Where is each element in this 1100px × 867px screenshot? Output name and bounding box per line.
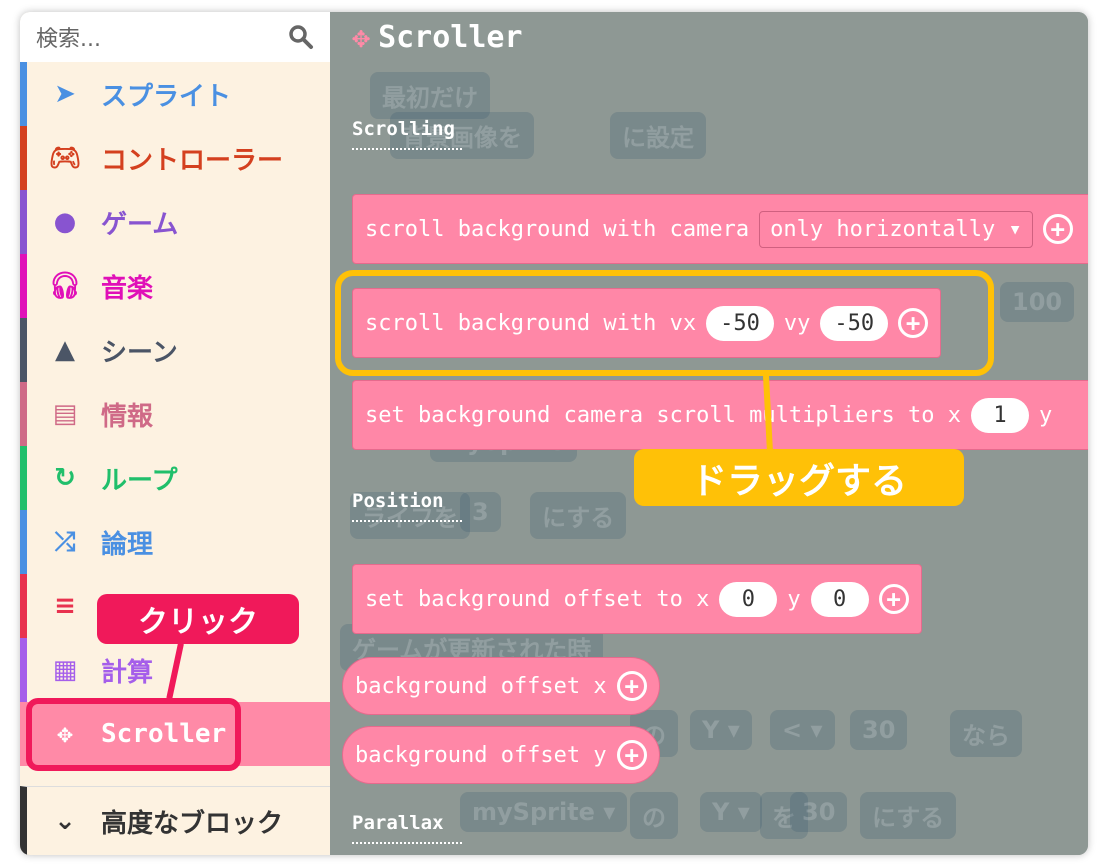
shuffle-icon: ⤮ bbox=[54, 526, 76, 557]
block-text: y bbox=[787, 586, 801, 612]
category-id-card[interactable]: ▤ 情報 bbox=[20, 382, 330, 446]
category-label: ループ bbox=[101, 465, 178, 496]
advanced-blocks-toggle[interactable]: ⌄ 高度なブロック bbox=[20, 786, 330, 855]
category-gamepad[interactable]: 🎮︎ コントローラー bbox=[20, 126, 330, 190]
offset-x-reporter[interactable]: background offset x + bbox=[342, 657, 660, 715]
category-circle[interactable]: ● ゲーム bbox=[20, 190, 330, 254]
click-label: クリック bbox=[97, 594, 299, 644]
circle-icon: ● bbox=[53, 207, 77, 237]
workspace-block-ghost: 30 bbox=[790, 792, 848, 832]
block-text: scroll background with camera bbox=[365, 216, 750, 242]
search-icon[interactable] bbox=[288, 24, 314, 50]
plus-icon[interactable]: + bbox=[616, 671, 647, 701]
gamepad-icon: 🎮︎ bbox=[48, 143, 82, 173]
section-scrolling: Scrolling bbox=[352, 118, 462, 150]
category-paper-plane[interactable]: ➤ スプライト bbox=[20, 62, 330, 126]
y-input[interactable]: 0 bbox=[810, 581, 869, 617]
workspace-block-ghost: に設定 bbox=[610, 112, 706, 159]
click-highlight bbox=[26, 698, 241, 771]
category-label: 音楽 bbox=[101, 273, 154, 304]
workspace-block-ghost: なら bbox=[950, 710, 1022, 757]
drag-highlight bbox=[335, 270, 994, 376]
calculator-icon: ▦ bbox=[52, 655, 78, 685]
category-label: コントローラー bbox=[101, 145, 284, 176]
plus-icon[interactable]: + bbox=[878, 584, 909, 614]
plus-icon[interactable]: + bbox=[616, 740, 647, 770]
search-input[interactable]: 検索... bbox=[20, 12, 330, 62]
refresh-icon: ↻ bbox=[54, 463, 76, 493]
flyout-title: ✥ Scroller bbox=[352, 20, 523, 55]
move-arrows-icon: ✥ bbox=[352, 20, 371, 55]
section-parallax: Parallax bbox=[352, 812, 462, 844]
block-text: background offset y bbox=[355, 742, 607, 768]
block-flyout: 最初だけ背景画像をに設定100mySpriteライフを3にするゲームが更新された… bbox=[330, 12, 1088, 855]
scroll-with-camera-block[interactable]: scroll background with camera only horiz… bbox=[352, 194, 1088, 264]
block-text: y bbox=[1039, 402, 1053, 428]
workspace-block-ghost: の bbox=[630, 792, 678, 839]
category-shuffle[interactable]: ⤮ 論理 bbox=[20, 510, 330, 574]
category-tree[interactable]: ▲ シーン bbox=[20, 318, 330, 382]
headphones-icon: 🎧︎ bbox=[48, 271, 82, 301]
x-input[interactable]: 0 bbox=[719, 581, 778, 617]
list-icon: ≡ bbox=[54, 591, 76, 621]
chevron-down-icon: ⌄ bbox=[54, 806, 76, 836]
id-card-icon: ▤ bbox=[52, 399, 78, 429]
category-label: 情報 bbox=[101, 401, 154, 432]
block-text: background offset x bbox=[355, 673, 607, 699]
workspace-block-ghost: Y ▾ bbox=[690, 710, 752, 750]
workspace-block-ghost: mySprite ▾ bbox=[460, 792, 628, 832]
workspace-block-ghost: 100 bbox=[1000, 282, 1075, 322]
x-input[interactable]: 1 bbox=[971, 397, 1030, 433]
category-refresh[interactable]: ↻ ループ bbox=[20, 446, 330, 510]
workspace-block-ghost: 3 bbox=[460, 492, 501, 532]
offset-y-reporter[interactable]: background offset y + bbox=[342, 726, 660, 784]
workspace-block-ghost: にする bbox=[860, 792, 957, 839]
section-position: Position bbox=[352, 490, 462, 522]
category-label: シーン bbox=[101, 337, 178, 368]
camera-multipliers-block[interactable]: set background camera scroll multipliers… bbox=[352, 380, 1088, 450]
search-placeholder: 検索... bbox=[36, 27, 101, 52]
drag-label: ドラッグする bbox=[634, 449, 964, 506]
advanced-label: 高度なブロック bbox=[101, 808, 284, 839]
block-text: set background camera scroll multipliers… bbox=[365, 402, 962, 428]
category-label: ゲーム bbox=[101, 209, 179, 240]
workspace-block-ghost: にする bbox=[530, 492, 627, 539]
category-headphones[interactable]: 🎧︎ 音楽 bbox=[20, 254, 330, 318]
direction-dropdown[interactable]: only horizontally ▾ bbox=[759, 210, 1033, 248]
category-label: 論理 bbox=[101, 529, 154, 560]
workspace-block-ghost: 30 bbox=[850, 710, 908, 750]
set-offset-block[interactable]: set background offset to x 0 y 0 + bbox=[352, 564, 922, 634]
block-text: set background offset to x bbox=[365, 586, 710, 612]
plus-icon[interactable]: + bbox=[1042, 214, 1073, 244]
paper-plane-icon: ➤ bbox=[54, 79, 76, 109]
category-label: 計算 bbox=[101, 657, 154, 688]
category-label: スプライト bbox=[101, 81, 232, 112]
tree-icon: ▲ bbox=[55, 335, 75, 365]
workspace-block-ghost: < ▾ bbox=[770, 710, 835, 750]
workspace-block-ghost: Y ▾ bbox=[700, 792, 762, 832]
